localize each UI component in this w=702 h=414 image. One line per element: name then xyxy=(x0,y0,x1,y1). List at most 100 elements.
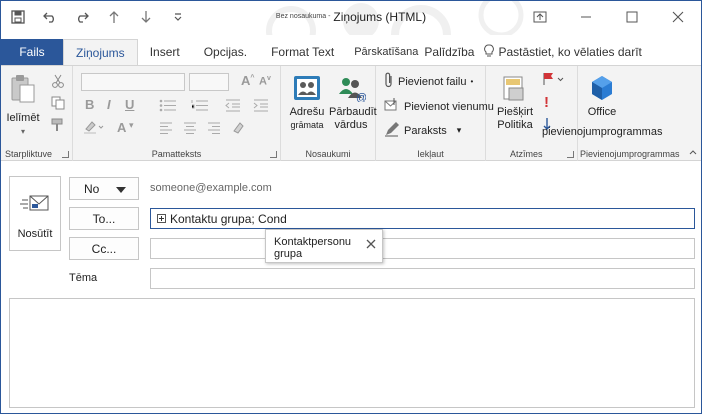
bullets-icon[interactable] xyxy=(159,99,179,115)
group-names: Adrešu grāmata @ Pārbaudīt vārdus Nosauk… xyxy=(281,66,377,161)
attach-item-button[interactable]: Pievienot vienumu xyxy=(384,97,494,116)
clipboard-launcher-icon[interactable] xyxy=(62,151,69,158)
group-tags: Piešķirt Politika ! Atzīmes xyxy=(486,66,578,161)
italic-icon[interactable]: I xyxy=(107,97,111,112)
minimize-icon[interactable] xyxy=(563,1,609,33)
tell-me-box[interactable]: Pastāstiet, ko vēlaties darīt xyxy=(480,39,653,65)
font-color-dropdown-icon: ▾ xyxy=(129,120,134,130)
numbering-icon[interactable] xyxy=(191,99,211,115)
group-basic-text: A^ Av B I U A ▾ Pamatteksts xyxy=(73,66,281,161)
attach-file-button[interactable]: Pievienot failu • xyxy=(384,72,473,91)
font-color-icon[interactable]: A xyxy=(117,120,126,135)
signature-dropdown-icon[interactable]: ▾ xyxy=(457,125,462,136)
copy-icon[interactable] xyxy=(51,96,65,113)
to-button[interactable]: To... xyxy=(69,207,139,230)
autocomplete-suggestion[interactable]: Kontaktpersonu grupa xyxy=(265,229,383,263)
attach-file-label: Pievienot failu xyxy=(398,75,467,88)
bold-icon[interactable]: B xyxy=(85,97,94,112)
tab-review[interactable]: Pārskatīšana xyxy=(346,39,422,65)
send-button[interactable]: Nosūtīt xyxy=(9,176,61,251)
office-addins-icon xyxy=(588,74,616,106)
decrease-indent-icon[interactable] xyxy=(225,99,241,115)
align-center-icon[interactable] xyxy=(183,122,197,137)
basic-text-launcher-icon[interactable] xyxy=(270,151,277,158)
from-label: No xyxy=(84,181,100,196)
tab-options[interactable]: Opcijas. xyxy=(192,39,259,65)
close-icon[interactable] xyxy=(655,1,701,33)
title-main: Ziņojums (HTML) xyxy=(333,10,427,24)
to-field[interactable]: Kontaktu grupa; Cond xyxy=(150,208,695,229)
address-book-label-2: grāmata xyxy=(290,120,324,130)
send-envelope-icon xyxy=(10,193,60,218)
tell-me-text: Pastāstiet, ko vēlaties darīt xyxy=(498,45,642,59)
from-dropdown-icon xyxy=(116,182,126,196)
from-button[interactable]: No xyxy=(69,177,139,200)
align-left-icon[interactable] xyxy=(159,122,173,137)
font-size-combo[interactable] xyxy=(189,73,229,91)
expand-group-icon[interactable] xyxy=(157,214,166,223)
shrink-font-icon[interactable]: Av xyxy=(259,75,271,88)
send-label: Nosūtīt xyxy=(17,228,53,240)
paste-button[interactable]: Ielīmēt ▾ xyxy=(5,74,41,138)
attach-item-label: Pievienot vienumu xyxy=(404,100,494,113)
cut-icon[interactable] xyxy=(51,74,65,91)
subject-field[interactable] xyxy=(150,268,695,289)
get-addins-label[interactable]: pievienojumprogrammas xyxy=(542,126,662,138)
cc-button[interactable]: Cc... xyxy=(69,237,139,260)
tags-launcher-icon[interactable] xyxy=(567,151,574,158)
check-names-label-1: Pārbaudīt xyxy=(329,106,377,118)
group-addins: Office pievienojumprogrammas Pievienojum… xyxy=(542,66,701,161)
office-addins-button[interactable]: Office xyxy=(582,74,622,119)
check-names-icon: @ xyxy=(336,74,367,106)
signature-icon xyxy=(384,121,400,140)
from-address: someone@example.com xyxy=(150,182,272,194)
high-importance-icon[interactable]: ! xyxy=(544,94,549,111)
office-addins-label: Office xyxy=(587,106,617,118)
window-controls xyxy=(517,1,701,33)
group-label-include: Iekļaut xyxy=(417,149,444,159)
check-names-button[interactable]: @ Pārbaudīt vārdus xyxy=(329,74,377,132)
address-book-icon xyxy=(292,74,322,106)
address-book-label-1: Adrešu xyxy=(289,106,325,118)
collapse-ribbon-icon[interactable] xyxy=(689,144,697,158)
title-prefix: Bez nosaukuma - xyxy=(275,13,331,20)
group-include: Pievienot failu • Pievienot vienumu Para… xyxy=(376,66,494,161)
tab-message[interactable]: Ziņojums xyxy=(63,39,138,65)
clear-formatting-icon[interactable] xyxy=(231,121,245,138)
assign-policy-label-1: Piešķirt xyxy=(496,106,534,118)
font-name-combo[interactable] xyxy=(81,73,185,91)
paste-icon xyxy=(9,74,37,108)
subject-label: Tēma xyxy=(69,272,98,284)
lightbulb-icon xyxy=(484,44,495,60)
address-book-button[interactable]: Adrešu grāmata xyxy=(285,74,329,132)
paperclip-icon xyxy=(384,72,394,91)
cc-field[interactable] xyxy=(150,238,695,259)
assign-policy-button[interactable]: Piešķirt Politika xyxy=(492,74,538,132)
message-body[interactable] xyxy=(9,298,695,408)
group-label-names: Nosaukumi xyxy=(305,149,351,159)
follow-up-flag-icon[interactable] xyxy=(542,72,566,89)
check-names-label-2: vārdus xyxy=(334,119,368,131)
tab-file[interactable]: Fails xyxy=(1,39,63,65)
format-painter-icon[interactable] xyxy=(51,118,65,135)
group-clipboard: Ielīmēt ▾ Starpliktuve xyxy=(1,66,73,161)
maximize-icon[interactable] xyxy=(609,1,655,33)
underline-icon[interactable]: U xyxy=(125,97,134,112)
ribbon-display-options-icon[interactable] xyxy=(517,1,563,33)
tab-insert[interactable]: Insert xyxy=(138,39,192,65)
grow-font-icon[interactable]: A^ xyxy=(241,73,254,88)
ribbon: Ielīmēt ▾ Starpliktuve A^ Av B I U A ▾ P… xyxy=(1,65,701,161)
signature-label: Paraksts xyxy=(404,124,447,137)
title-bar: Bez nosaukuma - Ziņojums (HTML) xyxy=(1,1,701,35)
tab-help[interactable]: Palīdzība xyxy=(422,39,480,65)
group-label-basic-text: Pamatteksts xyxy=(151,149,202,159)
paste-label: Ielīmēt xyxy=(6,112,40,124)
policy-icon xyxy=(501,74,529,106)
tab-format-text[interactable]: Format Text xyxy=(259,39,346,65)
highlight-icon[interactable] xyxy=(83,120,105,137)
group-label-addins: Pievienojumprogrammas xyxy=(580,149,680,159)
remove-suggestion-icon[interactable] xyxy=(366,239,376,252)
align-right-icon[interactable] xyxy=(207,122,221,137)
increase-indent-icon[interactable] xyxy=(253,99,269,115)
signature-button[interactable]: Paraksts ▾ xyxy=(384,121,461,140)
